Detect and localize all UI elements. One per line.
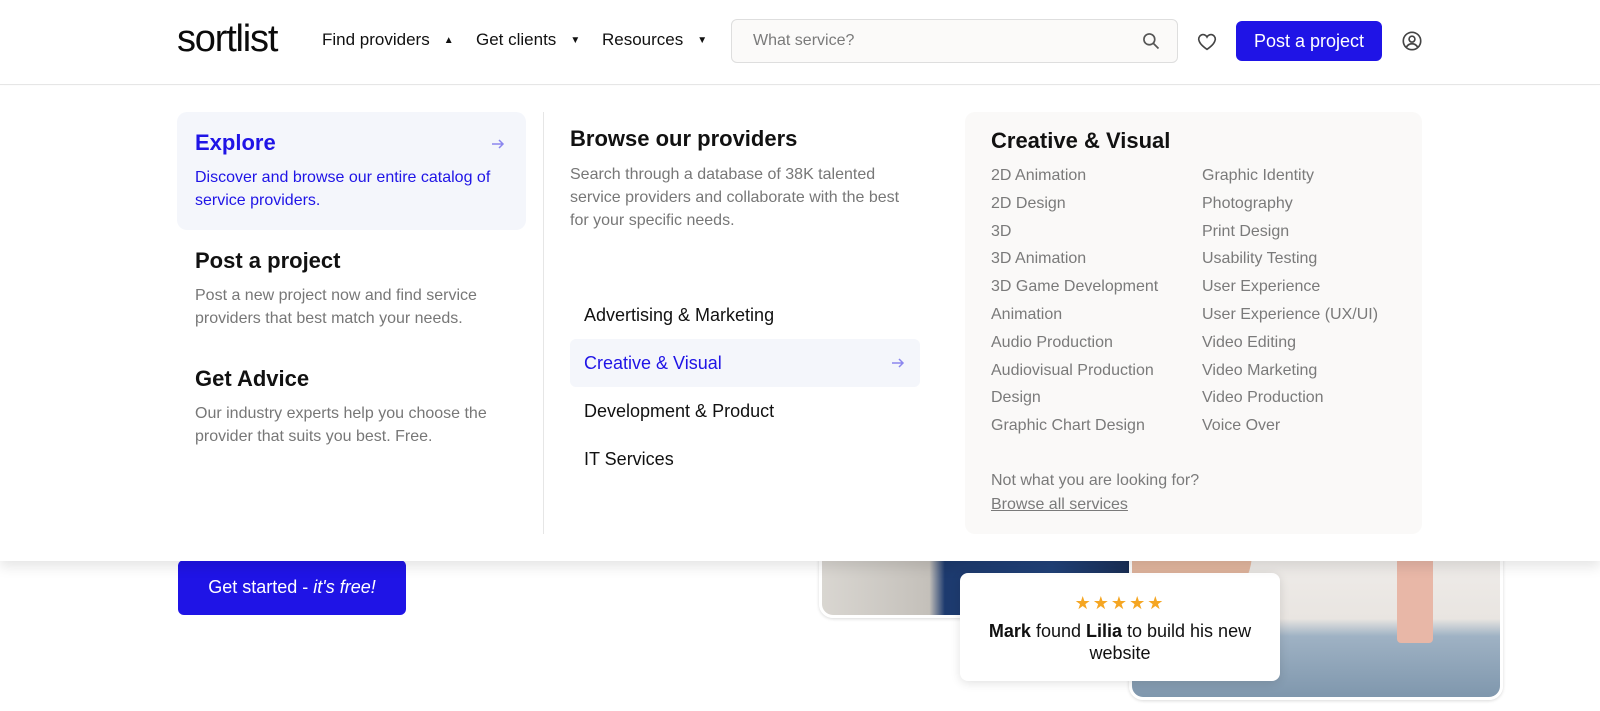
review-card: ★★★★★ Mark found Lilia to build his new … <box>960 573 1280 681</box>
service-link[interactable]: Audiovisual Production <box>991 357 1158 385</box>
get-started-button[interactable]: Get started - it's free! <box>178 560 406 615</box>
search-input[interactable] <box>732 20 1102 62</box>
nav-find-providers[interactable]: Find providers ▲ <box>322 30 454 50</box>
nav-resources-label: Resources <box>602 30 684 49</box>
category-label: Creative & Visual <box>584 353 722 373</box>
search-box <box>731 19 1178 63</box>
service-link[interactable]: 2D Design <box>991 190 1158 218</box>
heart-icon[interactable] <box>1196 31 1218 53</box>
menu-divider <box>543 112 544 534</box>
menu-card-title: Explore <box>195 130 276 155</box>
menu-card-desc: Our industry experts help you choose the… <box>195 405 487 445</box>
service-link[interactable]: User Experience (UX/UI) <box>1202 301 1378 329</box>
arrow-right-icon <box>892 358 905 368</box>
browse-providers-desc: Search through a database of 38K talente… <box>570 166 900 229</box>
user-account-icon[interactable] <box>1401 30 1423 52</box>
service-link[interactable]: Design <box>991 384 1158 412</box>
review-connector: found <box>1030 621 1086 641</box>
service-link[interactable]: Video Production <box>1202 384 1378 412</box>
menu-right-panel: Creative & Visual 2D Animation 2D Design… <box>965 112 1422 534</box>
menu-card-title: Post a project <box>195 248 341 273</box>
menu-card-desc: Post a new project now and find service … <box>195 287 477 327</box>
reviewer-name: Mark <box>988 621 1031 641</box>
service-link[interactable]: Video Marketing <box>1202 357 1378 385</box>
subcategory-title: Creative & Visual <box>991 128 1171 153</box>
service-link[interactable]: Graphic Identity <box>1202 162 1378 190</box>
service-link[interactable]: Usability Testing <box>1202 245 1378 273</box>
not-found-text: Not what you are looking for? <box>991 472 1200 489</box>
service-link[interactable]: Video Editing <box>1202 329 1378 357</box>
service-link[interactable]: 3D <box>991 218 1158 246</box>
menu-card-get-advice[interactable]: Get Advice Our industry experts help you… <box>177 348 526 466</box>
menu-card-desc: Discover and browse our entire catalog o… <box>195 169 491 209</box>
service-link[interactable]: 2D Animation <box>991 162 1158 190</box>
service-link[interactable]: User Experience <box>1202 273 1378 301</box>
review-text: Mark found Lilia to build his new websit… <box>960 620 1280 664</box>
service-link[interactable]: Audio Production <box>991 329 1158 357</box>
chevron-up-icon: ▲ <box>443 34 454 46</box>
service-link[interactable]: 3D Game Development <box>991 273 1158 301</box>
category-development-product[interactable]: Development & Product <box>570 387 920 435</box>
category-advertising-marketing[interactable]: Advertising & Marketing <box>570 291 920 339</box>
cta-main-text: Get started - <box>208 577 314 597</box>
service-link[interactable]: Voice Over <box>1202 412 1378 440</box>
chevron-down-icon: ▼ <box>697 34 708 46</box>
service-list-col2: Graphic Identity Photography Print Desig… <box>1202 162 1378 440</box>
category-creative-visual[interactable]: Creative & Visual <box>570 339 920 387</box>
nav-get-clients[interactable]: Get clients ▼ <box>476 30 580 50</box>
mega-menu: Explore Discover and browse our entire c… <box>0 86 1600 561</box>
sortlist-logo[interactable]: sortlist <box>177 18 278 61</box>
post-project-button[interactable]: Post a project <box>1236 21 1382 61</box>
browse-providers-title: Browse our providers <box>570 126 798 151</box>
nav-find-providers-label: Find providers <box>322 30 430 49</box>
category-it-services[interactable]: IT Services <box>570 435 920 483</box>
service-link[interactable]: Print Design <box>1202 218 1378 246</box>
provider-name: Lilia <box>1085 621 1122 641</box>
chevron-down-icon: ▼ <box>570 34 581 46</box>
star-rating: ★★★★★ <box>1074 593 1166 613</box>
top-header: sortlist Find providers ▲ Get clients ▼ … <box>0 0 1600 85</box>
menu-card-explore[interactable]: Explore Discover and browse our entire c… <box>177 112 526 230</box>
nav-resources[interactable]: Resources ▼ <box>602 30 707 50</box>
service-list-col1: 2D Animation 2D Design 3D 3D Animation 3… <box>991 162 1158 440</box>
search-icon[interactable] <box>1141 31 1161 51</box>
cta-emphasis-text: it's free! <box>313 577 376 597</box>
service-link[interactable]: Graphic Chart Design <box>991 412 1158 440</box>
menu-card-post-project[interactable]: Post a project Post a new project now an… <box>177 230 526 348</box>
service-link[interactable]: Photography <box>1202 190 1378 218</box>
service-link[interactable]: Animation <box>991 301 1158 329</box>
menu-middle-column: Browse our providers Search through a da… <box>570 126 920 469</box>
nav-get-clients-label: Get clients <box>476 30 557 49</box>
browse-all-services-link[interactable]: Browse all services <box>991 496 1128 514</box>
arrow-right-icon <box>492 139 505 149</box>
menu-card-title: Get Advice <box>195 366 310 391</box>
service-link[interactable]: 3D Animation <box>991 245 1158 273</box>
